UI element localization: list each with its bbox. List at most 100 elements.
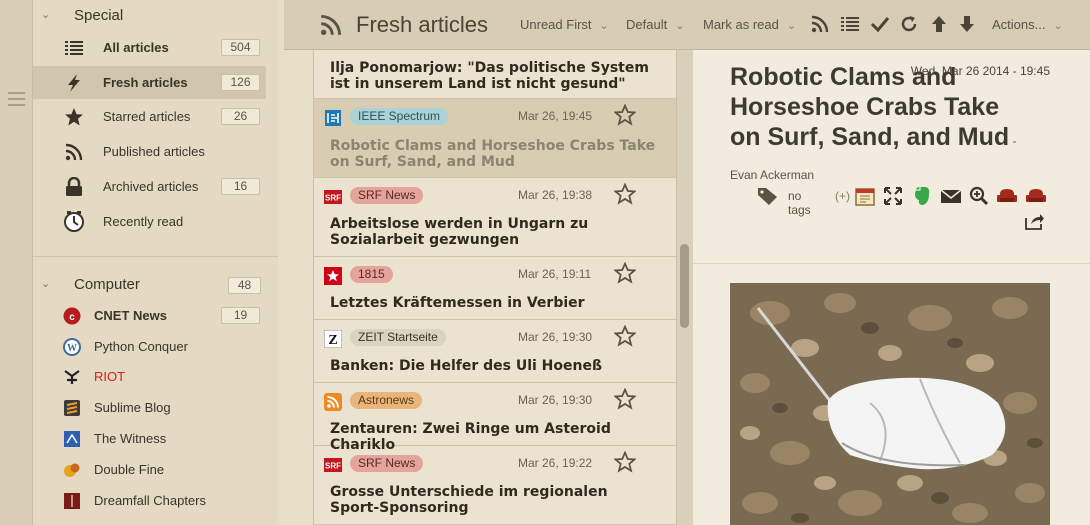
- list-item[interactable]: SRF SRF News Mar 26, 19:22 Grosse Unters…: [314, 446, 676, 525]
- sidebar-item-starred-articles[interactable]: Starred articles 26: [33, 100, 266, 133]
- hamburger-icon[interactable]: [8, 92, 25, 110]
- evernote-icon[interactable]: [912, 186, 932, 210]
- sidebar-item-all-articles[interactable]: All articles 504: [33, 31, 266, 64]
- rss-icon: [63, 141, 85, 163]
- rss-icon[interactable]: [809, 13, 831, 35]
- article-title[interactable]: Banken: Die Helfer des Uli Hoeneß: [330, 358, 660, 374]
- scrollbar-thumb[interactable]: [680, 244, 689, 328]
- chevron-down-icon: ⌄: [1053, 20, 1063, 32]
- calendar-icon[interactable]: [855, 186, 875, 210]
- chevron-down-icon: ⌄: [599, 20, 609, 32]
- unread-count: 16: [221, 178, 260, 195]
- list-item[interactable]: Astronews Mar 26, 19:30 Zentauren: Zwei …: [314, 383, 676, 453]
- rss-icon: [320, 14, 342, 40]
- divider: [33, 256, 278, 257]
- actions-dropdown[interactable]: Actions... ⌄: [992, 17, 1063, 32]
- riot-icon: [62, 367, 82, 387]
- refresh-icon[interactable]: [898, 13, 920, 35]
- list-scrollbar[interactable]: [677, 50, 693, 525]
- clock-icon: [63, 211, 85, 233]
- double-fine-icon: [62, 460, 82, 480]
- star-icon[interactable]: [613, 182, 637, 209]
- star-icon[interactable]: [613, 324, 637, 351]
- divider: [693, 263, 1090, 264]
- sidebar-item-label: RIOT: [94, 369, 126, 384]
- sidebar-item-double-fine[interactable]: Double Fine: [33, 453, 266, 486]
- sublime-icon: [62, 398, 82, 418]
- article-title[interactable]: Grosse Unterschiede im regionalen Sport-…: [330, 484, 660, 516]
- feed-tag[interactable]: SRF News: [350, 455, 424, 472]
- article-title[interactable]: Robotic Clams and Horseshoe Crabs Take o…: [330, 138, 660, 170]
- share-armchair-icon[interactable]: [996, 186, 1018, 210]
- list-item[interactable]: SRF SRF News Mar 26, 19:38 Arbeitslose w…: [314, 178, 676, 257]
- list-item[interactable]: IEEE Spectrum Mar 26, 19:45 Robotic Clam…: [314, 99, 676, 178]
- sidebar-item-archived-articles[interactable]: Archived articles 16: [33, 170, 266, 203]
- article-title[interactable]: Arbeitslose werden in Ungarn zu Sozialar…: [330, 216, 660, 248]
- article-date: Mar 26, 19:45: [518, 109, 593, 123]
- share-icon[interactable]: [1025, 212, 1045, 234]
- sidebar-item-published-articles[interactable]: Published articles: [33, 135, 266, 168]
- svg-text:c: c: [69, 312, 75, 323]
- star-icon[interactable]: [613, 450, 637, 477]
- sidebar-item-label: Starred articles: [103, 109, 191, 124]
- article-headline: Robotic Clams and Horseshoe Crabs Take o…: [730, 62, 1030, 190]
- arrow-down-icon[interactable]: [956, 13, 978, 35]
- category-computer[interactable]: ⌄ Computer 48: [33, 271, 278, 301]
- chevron-down-icon[interactable]: ⌄: [41, 8, 50, 21]
- feed-tag[interactable]: IEEE Spectrum: [350, 108, 449, 125]
- svg-text:SRF: SRF: [325, 194, 341, 203]
- tag-icon[interactable]: [757, 186, 779, 210]
- view-mode-dropdown[interactable]: Default ⌄: [626, 17, 684, 32]
- chevron-down-icon: ⌄: [675, 20, 685, 32]
- star-icon[interactable]: [613, 261, 637, 288]
- article-title[interactable]: Letztes Kräftemessen in Verbier: [330, 295, 660, 311]
- ieee-icon: [324, 109, 342, 127]
- fullscreen-icon[interactable]: [883, 186, 903, 210]
- list-item[interactable]: 1815 Mar 26, 19:11 Letztes Kräftemessen …: [314, 257, 676, 320]
- star-icon[interactable]: [613, 103, 637, 130]
- list-item[interactable]: Ilja Ponomarjow: "Das politische System …: [314, 50, 676, 99]
- feed-tag[interactable]: SRF News: [350, 187, 424, 204]
- article-date: Mar 26, 19:30: [518, 393, 593, 407]
- feed-title: Fresh articles: [356, 12, 489, 37]
- chevron-down-icon[interactable]: ⌄: [41, 277, 50, 290]
- sidebar-item-riot[interactable]: RIOT: [33, 360, 266, 393]
- sidebar-item-python-conquer[interactable]: W Python Conquer: [33, 330, 266, 363]
- order-dropdown[interactable]: Unread First ⌄: [520, 17, 609, 32]
- category-label: Computer: [74, 276, 140, 293]
- witness-icon: [62, 429, 82, 449]
- feed-tag[interactable]: 1815: [350, 266, 393, 283]
- feed-tag[interactable]: ZEIT Startseite: [350, 329, 446, 346]
- mark-as-read-dropdown[interactable]: Mark as read ⌄: [703, 17, 796, 32]
- sidebar-item-fresh-articles[interactable]: Fresh articles 126: [33, 66, 266, 99]
- sidebar-item-label: Archived articles: [103, 179, 199, 194]
- wordpress-icon: W: [62, 337, 82, 357]
- sidebar-item-dreamfall-chapters[interactable]: Dreamfall Chapters: [33, 484, 266, 517]
- article-pane: Robotic Clams and Horseshoe Crabs Take o…: [693, 50, 1090, 525]
- star-icon[interactable]: [613, 387, 637, 414]
- unread-count: 504: [221, 39, 260, 56]
- toolbar: Fresh articles Unread First ⌄ Default ⌄ Ma…: [284, 0, 1090, 50]
- add-tag-link[interactable]: (+): [835, 189, 850, 203]
- list-icon[interactable]: [839, 13, 861, 35]
- sidebar-item-the-witness[interactable]: The Witness: [33, 422, 266, 455]
- sidebar-item-sublime-blog[interactable]: Sublime Blog: [33, 391, 266, 424]
- email-icon[interactable]: [940, 186, 962, 210]
- article-title[interactable]: Ilja Ponomarjow: "Das politische System …: [330, 60, 660, 92]
- star-icon: [63, 106, 85, 128]
- unread-count: 126: [221, 74, 260, 91]
- category-special[interactable]: ⌄ Special: [33, 2, 278, 32]
- zoom-icon[interactable]: [969, 186, 989, 210]
- checkmark-icon[interactable]: [869, 13, 891, 35]
- list-item[interactable]: Z ZEIT Startseite Mar 26, 19:30 Banken: …: [314, 320, 676, 383]
- sidebar-item-label: Published articles: [103, 144, 205, 159]
- share-armchair-icon[interactable]: [1025, 186, 1047, 210]
- sidebar-item-recently-read[interactable]: Recently read: [33, 205, 266, 238]
- arrow-up-icon[interactable]: [928, 13, 950, 35]
- sidebar-collapse-strip[interactable]: [0, 0, 33, 525]
- sidebar-item-cnet-news[interactable]: c CNET News 19: [33, 299, 266, 332]
- feed-tag[interactable]: Astronews: [350, 392, 423, 409]
- view-value: Default: [626, 17, 668, 32]
- tags-label: no tags: [788, 189, 811, 217]
- article-date: Mar 26, 19:11: [518, 267, 592, 281]
